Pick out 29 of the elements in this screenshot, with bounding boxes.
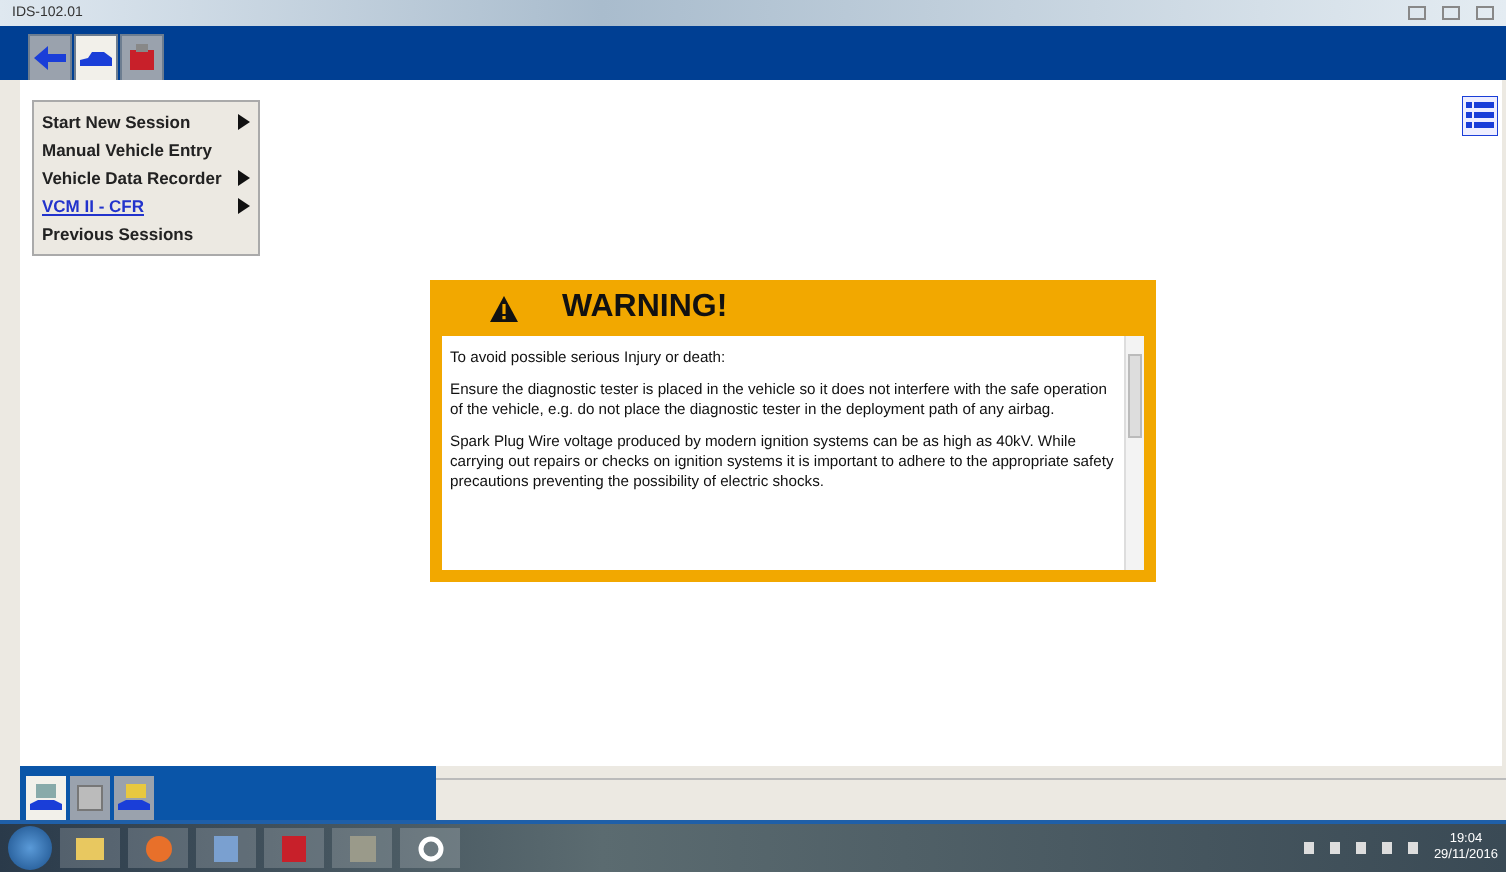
menu-item[interactable]: Start New Session xyxy=(34,108,258,136)
taskbar-app-button[interactable] xyxy=(128,828,188,868)
menu-item[interactable]: Vehicle Data Recorder xyxy=(34,164,258,192)
toolbar-tab[interactable] xyxy=(74,34,118,80)
warning-icon xyxy=(490,295,518,321)
globe-icon xyxy=(145,835,171,861)
menu-item[interactable]: Previous Sessions xyxy=(34,220,258,248)
toolbar-tab[interactable] xyxy=(28,34,72,80)
taskbar-app-button[interactable] xyxy=(400,828,460,868)
toolbox-icon xyxy=(128,44,156,72)
menu-item[interactable]: Manual Vehicle Entry xyxy=(34,136,258,164)
folder-car-icon xyxy=(118,784,150,812)
maximize-button[interactable] xyxy=(1442,6,1460,20)
minimize-button[interactable] xyxy=(1408,6,1426,20)
back-arrow-icon xyxy=(34,46,66,70)
menu-item[interactable]: VCM II - CFR xyxy=(34,192,258,220)
taskbar-app-button[interactable] xyxy=(196,828,256,868)
car-icon xyxy=(80,49,112,67)
start-button[interactable] xyxy=(8,826,52,870)
submenu-arrow-icon xyxy=(238,114,250,130)
circle-icon xyxy=(417,835,443,861)
car-icon xyxy=(30,784,62,812)
bottom-tab[interactable] xyxy=(114,776,154,820)
close-button[interactable] xyxy=(1476,6,1494,20)
taskbar-app-button[interactable] xyxy=(60,828,120,868)
scrollbar[interactable] xyxy=(1124,336,1144,570)
bottom-tab[interactable] xyxy=(26,776,66,820)
list-icon[interactable] xyxy=(1462,96,1498,136)
warning-title: WARNING! xyxy=(562,290,728,326)
